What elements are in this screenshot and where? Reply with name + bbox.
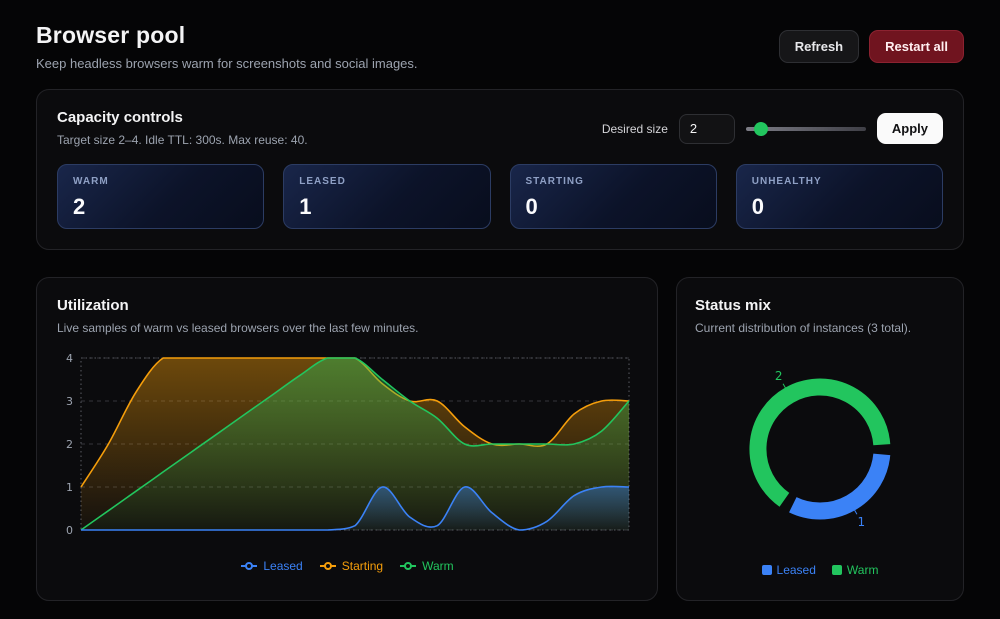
utilization-legend: Leased Starting Warm <box>57 559 637 573</box>
status-mix-subtitle: Current distribution of instances (3 tot… <box>695 321 912 335</box>
utilization-area-chart: 0 1 2 3 4 <box>66 352 630 537</box>
header-actions: Refresh Restart all <box>778 30 964 63</box>
stat-label: STARTING <box>525 176 584 187</box>
utilization-card: Utilization Live samples of warm vs leas… <box>36 277 658 601</box>
legend-label: Warm <box>846 563 879 577</box>
stat-value: 2 <box>73 194 86 219</box>
legend-label: Leased <box>263 559 303 573</box>
svg-text:1: 1 <box>858 515 866 529</box>
legend-label: Leased <box>776 563 816 577</box>
refresh-button[interactable]: Refresh <box>778 30 860 63</box>
apply-button[interactable]: Apply <box>876 113 943 144</box>
stat-card-leased: LEASED 1 <box>283 164 491 229</box>
capacity-head-text: Capacity controls Target size 2–4. Idle … <box>57 109 308 147</box>
pool-stats-grid: WARM 2 LEASED 1 STARTING 0 UNHEALTHY 0 <box>57 164 943 229</box>
utilization-chart-wrap: 0 1 2 3 4 <box>57 348 637 553</box>
utilization-subtitle: Live samples of warm vs leased browsers … <box>57 321 419 335</box>
desired-size-label: Desired size <box>601 121 668 136</box>
legend-item-warm[interactable]: Warm <box>831 563 879 577</box>
svg-text:4: 4 <box>66 352 73 365</box>
capacity-title: Capacity controls <box>57 109 183 126</box>
legend-swatch <box>831 565 842 575</box>
restart-all-button[interactable]: Restart all <box>869 30 964 63</box>
status-mix-title: Status mix <box>695 297 771 314</box>
page-subtitle: Keep headless browsers warm for screensh… <box>36 56 418 71</box>
status-mix-donut-chart: 12 <box>749 369 891 529</box>
page-header-text: Browser pool Keep headless browsers warm… <box>36 22 418 71</box>
svg-text:3: 3 <box>66 395 73 408</box>
line-series-icon <box>241 562 258 570</box>
page-header: Browser pool Keep headless browsers warm… <box>36 22 964 71</box>
slider-thumb[interactable] <box>753 121 768 136</box>
stat-value: 1 <box>299 194 312 219</box>
legend-label: Starting <box>341 559 384 573</box>
stat-card-unhealthy: UNHEALTHY 0 <box>735 164 943 229</box>
legend-item-starting[interactable]: Starting <box>319 559 383 573</box>
capacity-controls: Desired size Apply <box>602 113 943 144</box>
legend-item-leased[interactable]: Leased <box>240 559 303 573</box>
legend-item-leased[interactable]: Leased <box>761 563 816 577</box>
svg-text:2: 2 <box>775 369 783 383</box>
capacity-controls-card: Capacity controls Target size 2–4. Idle … <box>36 89 964 250</box>
svg-text:2: 2 <box>66 438 73 451</box>
stat-label: LEASED <box>299 176 346 187</box>
stat-label: UNHEALTHY <box>751 176 822 187</box>
legend-label: Warm <box>422 559 454 573</box>
stat-value: 0 <box>751 194 764 219</box>
browser-pool-page: Browser pool Keep headless browsers warm… <box>0 0 1000 619</box>
stat-card-warm: WARM 2 <box>57 164 265 229</box>
svg-text:1: 1 <box>66 481 73 494</box>
status-mix-card: Status mix Current distribution of insta… <box>676 277 964 601</box>
line-series-icon <box>400 562 417 570</box>
legend-item-warm[interactable]: Warm <box>399 559 454 573</box>
capacity-subtitle: Target size 2–4. Idle TTL: 300s. Max reu… <box>57 133 308 147</box>
desired-size-input[interactable] <box>678 113 735 144</box>
status-mix-legend: Leased Warm <box>695 563 945 581</box>
stat-value: 0 <box>525 194 538 219</box>
legend-swatch <box>761 565 772 575</box>
utilization-title: Utilization <box>57 297 129 314</box>
page-title: Browser pool <box>36 22 186 48</box>
line-series-icon <box>319 562 336 570</box>
status-mix-chart-wrap: 12 <box>695 351 945 556</box>
svg-text:0: 0 <box>66 524 73 537</box>
stat-label: WARM <box>73 176 109 187</box>
stat-card-starting: STARTING 0 <box>509 164 717 229</box>
desired-size-slider[interactable] <box>745 121 866 136</box>
